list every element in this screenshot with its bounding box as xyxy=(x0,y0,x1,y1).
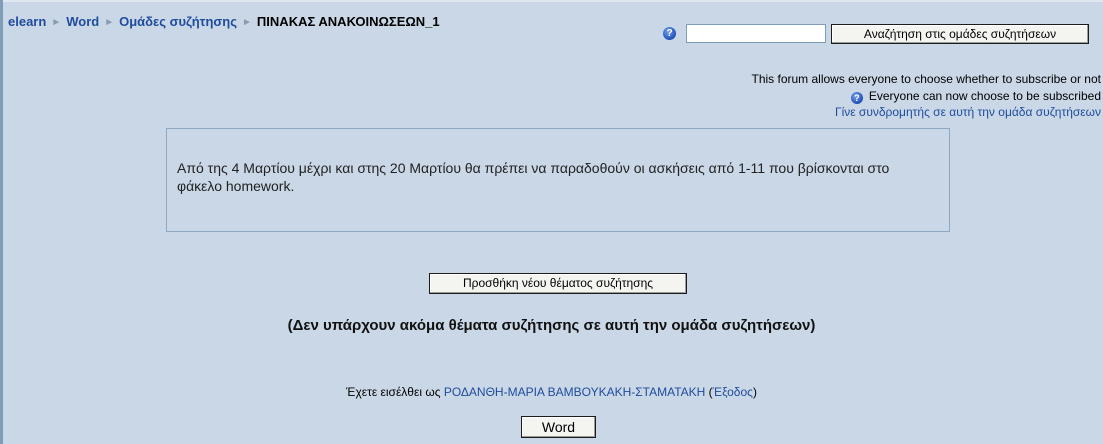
breadcrumb-separator-icon: ► xyxy=(51,17,62,28)
login-prefix: Έχετε εισέλθει ως xyxy=(346,385,441,399)
subscription-status-text: Everyone can now choose to be subscribed xyxy=(868,89,1101,103)
subscribe-link-row: Γίνε συνδρομητής σε αυτή την ομάδα συζητ… xyxy=(835,105,1101,119)
breadcrumb-current: ΠΙΝΑΚΑΣ ΑΝΑΚΟΙΝΩΣΕΩΝ_1 xyxy=(256,14,440,29)
breadcrumb-separator-icon: ► xyxy=(242,17,252,28)
logout-link[interactable]: Έξοδος xyxy=(713,385,753,399)
logout-paren-close: ) xyxy=(752,385,757,399)
search-forums-button[interactable]: Αναζήτηση στις ομάδες συζητήσεων xyxy=(831,24,1089,44)
no-topics-message: (Δεν υπάρχουν ακόμα θέματα συζήτησης σε … xyxy=(287,317,816,334)
forum-intro-text: Από της 4 Μαρτίου μέχρι και στης 20 Μαρτ… xyxy=(177,160,890,194)
help-icon[interactable]: ? xyxy=(850,92,863,104)
subscription-status: ? Everyone can now choose to be subscribe… xyxy=(850,89,1101,104)
breadcrumb-separator-icon: ► xyxy=(104,17,115,28)
left-border xyxy=(0,0,3,444)
search-input[interactable] xyxy=(686,24,826,43)
subscribe-link[interactable]: Γίνε συνδρομητής σε αυτή την ομάδα συζητ… xyxy=(835,105,1101,119)
breadcrumb-course-link[interactable]: Word xyxy=(66,14,99,29)
forum-intro-box: Από της 4 Μαρτίου μέχρι και στης 20 Μαρτ… xyxy=(166,128,950,232)
top-border xyxy=(0,0,1103,2)
help-icon[interactable]: ? xyxy=(663,27,676,40)
add-new-topic-button[interactable]: Προσθήκη νέου θέματος συζήτησης xyxy=(429,273,687,294)
course-home-button[interactable]: Word xyxy=(521,416,596,438)
breadcrumb-home-link[interactable]: elearn xyxy=(8,14,46,29)
breadcrumb-forums-link[interactable]: Ομάδες συζήτησης xyxy=(119,14,237,29)
subscription-mode-text: This forum allows everyone to choose whe… xyxy=(751,72,1101,86)
login-info: Έχετε εισέλθει ως ΡΟΔΑΝΘΗ-ΜΑΡΙΑ ΒΑΜΒΟΥΚΑ… xyxy=(0,385,1103,399)
user-profile-link[interactable]: ΡΟΔΑΝΘΗ-ΜΑΡΙΑ ΒΑΜΒΟΥΚΑΚΗ-ΣΤΑΜΑΤΑΚΗ xyxy=(444,385,706,399)
breadcrumb: elearn ► Word ► Ομάδες συζήτησης ► ΠΙΝΑΚΑΣ ΑΝΑ… xyxy=(8,14,440,29)
